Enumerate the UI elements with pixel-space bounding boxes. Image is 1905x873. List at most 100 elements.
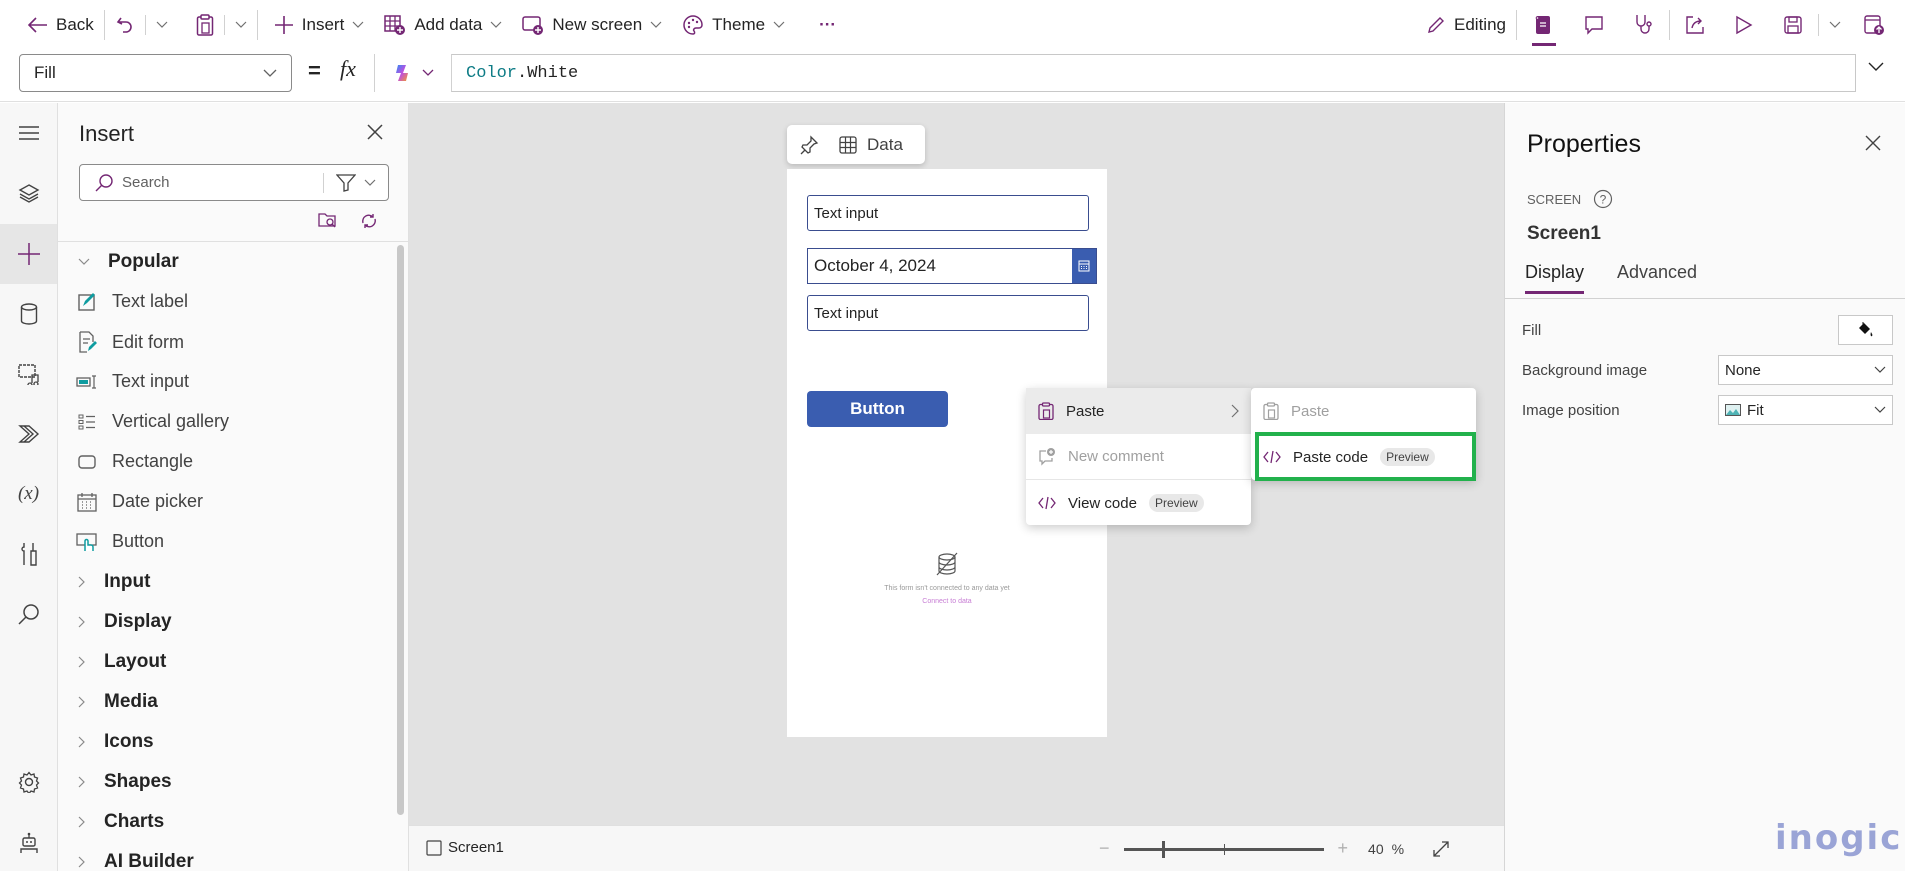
property-selector[interactable]: Fill [19,54,292,92]
divider [1505,298,1905,299]
insert-item-date-picker[interactable]: Date picker [76,491,203,512]
insert-item-button[interactable]: Button [76,531,164,552]
filter-button[interactable] [323,172,388,193]
menu-item-paste[interactable]: Paste [1026,388,1251,434]
fill-color-picker[interactable] [1838,315,1893,345]
chevron-down-icon [650,21,662,29]
save-dropdown[interactable] [1819,0,1851,50]
undo-button[interactable] [105,0,145,50]
category-input[interactable]: Input [78,571,150,593]
category-icons[interactable]: Icons [78,731,154,753]
save-button[interactable] [1768,0,1818,50]
calendar-icon[interactable] [1072,249,1096,283]
undo-dropdown[interactable] [146,0,178,50]
copilot-icon [392,62,414,84]
menu-item-new-comment[interactable]: New comment [1026,434,1251,480]
app-checker-tab[interactable] [1517,0,1569,50]
power-automate-nav-button[interactable] [0,404,57,464]
insert-item-text-label[interactable]: Text label [76,291,188,312]
panel-title: Insert [79,121,135,146]
publish-button[interactable] [1851,0,1905,50]
plus-icon [274,15,294,35]
search-icon [94,173,114,193]
new-screen-icon [522,15,544,35]
scrollbar[interactable] [397,245,404,815]
share-button[interactable] [1670,0,1720,50]
zoom-in-button[interactable]: + [1338,838,1349,859]
chevron-right-icon [78,736,86,748]
submenu-item-paste[interactable]: Paste [1251,388,1476,434]
paste-button[interactable] [178,0,224,50]
editing-button[interactable]: Editing [1416,0,1516,50]
insert-actions [318,211,378,231]
help-icon[interactable]: ? [1593,189,1613,209]
insert-item-text-input[interactable]: Text input [76,371,189,392]
insert-nav-button[interactable] [0,224,57,284]
category-ai-builder[interactable]: AI Builder [78,851,194,873]
category-popular[interactable]: Popular [78,251,179,273]
chevron-down-icon [1874,406,1886,414]
close-icon[interactable] [1865,135,1881,151]
background-image-dropdown[interactable]: None [1718,355,1893,385]
new-screen-button[interactable]: New screen [512,0,672,50]
formula-input[interactable]: Color .White [451,54,1856,92]
date-picker-control[interactable]: October 4, 2024 [807,248,1097,284]
media-nav-button[interactable] [0,344,57,404]
search-input[interactable]: Search [80,173,323,193]
palette-icon [682,14,704,36]
menu-item-view-code[interactable]: View code Preview [1026,481,1251,525]
refresh-icon[interactable] [360,211,378,231]
image-position-dropdown[interactable]: Fit [1718,395,1893,425]
text-input-control[interactable]: Text input [807,195,1089,231]
copilot-agent-nav-button[interactable] [0,813,57,873]
fit-to-window-icon[interactable] [1432,840,1450,858]
text-input-control[interactable]: Text input [807,295,1089,331]
preview-play-button[interactable] [1720,0,1768,50]
zoom-slider-thumb[interactable] [1161,840,1165,858]
insert-menu-button[interactable]: Insert [258,0,375,50]
close-icon[interactable] [366,123,384,141]
button-control[interactable]: Button [807,391,948,427]
insert-item-vertical-gallery[interactable]: Vertical gallery [76,411,229,432]
publish-icon [1863,14,1885,36]
pin-icon[interactable] [799,134,819,155]
connect-to-data-link[interactable]: Connect to data [787,598,1107,605]
category-media[interactable]: Media [78,691,158,713]
more-button[interactable]: ··· [795,0,846,50]
data-button[interactable]: Data [839,135,903,155]
fx-icon: fx [340,56,356,81]
tab-display[interactable]: Display [1525,262,1585,294]
advanced-tools-nav-button[interactable] [0,524,57,584]
zoom-out-button[interactable]: − [1099,838,1110,859]
variables-nav-button[interactable]: (x) [0,464,57,524]
app-checker-button[interactable] [1619,0,1669,50]
settings-nav-button[interactable] [0,752,57,812]
add-data-button[interactable]: Add data [374,0,512,50]
clipboard-icon [1038,402,1054,420]
svg-text:?: ? [1600,193,1607,207]
back-button[interactable]: Back [0,0,104,50]
book-icon [1535,15,1551,35]
category-layout[interactable]: Layout [78,651,166,673]
paste-dropdown[interactable] [225,0,257,50]
hamburger-menu-button[interactable] [0,103,57,163]
theme-button[interactable]: Theme [672,0,795,50]
insert-item-edit-form[interactable]: Edit form [76,331,184,353]
tree-view-button[interactable] [0,163,57,223]
screen-selector[interactable]: Screen1 [426,839,504,856]
text-input-icon [76,374,98,390]
search-nav-button[interactable] [0,584,57,644]
zoom-unit: % [1391,840,1405,857]
data-nav-button[interactable] [0,284,57,344]
category-charts[interactable]: Charts [78,811,164,833]
comments-button[interactable] [1569,0,1619,50]
zoom-slider[interactable] [1123,839,1324,859]
category-shapes[interactable]: Shapes [78,771,172,793]
browse-components-icon[interactable] [318,211,338,231]
insert-item-rectangle[interactable]: Rectangle [76,451,193,472]
tab-advanced[interactable]: Advanced [1617,262,1697,291]
expand-formula-chevron-icon[interactable] [1868,62,1884,72]
control-name: Screen1 [1527,223,1601,244]
category-display[interactable]: Display [78,611,172,633]
copilot-button[interactable] [374,54,451,92]
